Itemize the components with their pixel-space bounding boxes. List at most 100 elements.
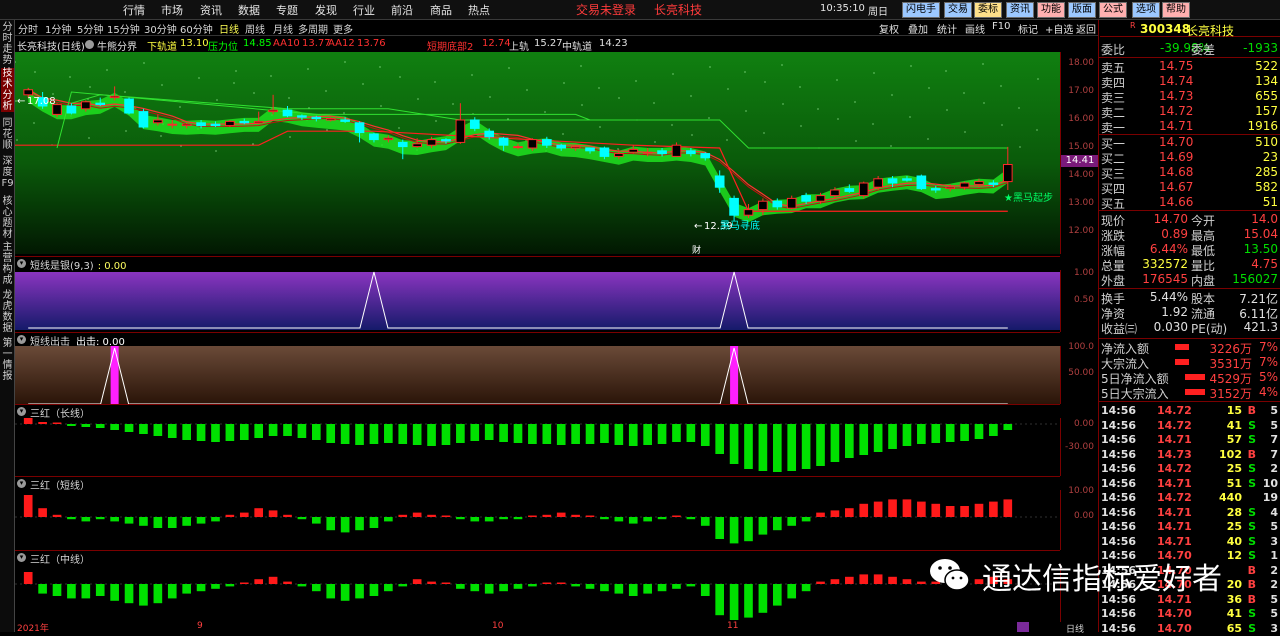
period-tab[interactable]: 月线 [273,21,293,36]
toolbar-right-button[interactable]: 标记 [1018,21,1038,36]
toolbar-right-button[interactable]: 画线 [965,21,985,36]
main-kline-chart[interactable]: ← 17.08 ← 12.39 黑马寻底 ★黑马起步 财 [15,52,1060,254]
tick-time: 14:56 [1101,433,1137,446]
top-button[interactable]: 交易 [944,2,972,18]
menu-item[interactable]: 专题 [276,2,298,18]
top-button[interactable]: 选项 [1132,2,1160,18]
panel5-menu-icon[interactable]: ▾ [17,553,26,562]
indicator-name[interactable]: 牛熊分界 [97,38,137,53]
period-tab[interactable]: 5分钟 [77,21,103,36]
candle-body [498,137,509,146]
dot [1019,146,1021,148]
left-nav-tab[interactable]: 深度F9 [1,156,14,189]
menu-item[interactable]: 行业 [353,2,375,18]
bid-row[interactable]: 买五 14.66 51 [1099,195,1280,211]
menu-item[interactable]: 热点 [468,2,490,18]
menu-item[interactable]: 数据 [238,2,260,18]
three-red-long-bar [571,424,580,444]
period-tab[interactable]: 分时 [18,21,38,36]
period-tab[interactable]: 周线 [245,21,265,36]
menu-item[interactable]: 发现 [315,2,337,18]
panel5-chart[interactable] [15,564,1060,622]
panel4-chart[interactable] [15,490,1060,550]
indicator-menu-icon[interactable] [85,40,94,49]
dot [599,126,601,128]
three-red-short-bar [182,517,191,526]
bid-row[interactable]: 买四 14.67 582 [1099,180,1280,196]
toolbar-right-button[interactable]: +自选 [1045,21,1073,36]
signal-annotation: ★黑马起步 [1004,192,1053,204]
toolbar-right-button[interactable]: 复权 [879,21,899,36]
period-tab[interactable]: 多周期 [298,21,328,36]
ask-row[interactable]: 卖四 14.74 134 [1099,74,1280,90]
candle-body [686,150,696,155]
menu-item[interactable]: 行情 [123,2,145,18]
ask-row[interactable]: 卖五 14.75 522 [1099,59,1280,75]
three-red-long-bar [355,424,364,445]
three-red-short-bar [297,517,307,520]
tick-count: 3 [1270,534,1278,548]
panel1-menu-icon[interactable]: ▾ [17,259,26,268]
dot [325,90,327,92]
toolbar-right-button[interactable]: 返回 [1076,21,1096,36]
three-red-short-bar [441,515,451,517]
flow-value: 3152万 [1209,387,1252,401]
left-nav-tab[interactable]: 核心题材 [1,196,14,240]
bid-row[interactable]: 买三 14.68 285 [1099,165,1280,181]
bid-row[interactable]: 买二 14.69 23 [1099,150,1280,166]
toolbar-right-button[interactable]: F10 [992,21,1010,32]
period-tab[interactable]: 更多 [333,21,353,36]
dot [435,120,437,122]
three-red-short-bar [571,514,580,517]
left-nav-tab[interactable]: 同花顺 [1,118,14,151]
ask-price: 14.74 [1159,74,1194,88]
period-tab[interactable]: 30分钟 [144,21,177,36]
left-nav-tab[interactable]: 技术分析 [1,68,14,112]
top-button[interactable]: 公式 [1099,2,1127,18]
toolbar-right-button[interactable]: 叠加 [908,21,928,36]
main-ytick: 14.00 [1068,170,1094,180]
top-button[interactable]: 帮助 [1162,2,1190,18]
flow-pct: 5% [1258,370,1278,384]
period-tab[interactable]: 日线 [219,21,239,36]
period-tab[interactable]: 15分钟 [107,21,140,36]
candle-body [758,200,768,211]
menu-item[interactable]: 资讯 [200,2,222,18]
login-status: 交易未登录 [576,3,637,17]
panel3-chart[interactable] [15,418,1060,476]
ask-row[interactable]: 卖二 14.72 157 [1099,104,1280,120]
panel3-menu-icon[interactable]: ▾ [17,407,26,416]
tick-volume: 102 [1219,447,1242,461]
ask-row[interactable]: 卖三 14.73 655 [1099,89,1280,105]
panel2-menu-icon[interactable]: ▾ [17,335,26,344]
left-nav-tab[interactable]: 分时走势 [1,22,14,66]
ask-row[interactable]: 卖一 14.71 1916 [1099,119,1280,135]
menu-item[interactable]: 商品 [430,2,452,18]
top-button[interactable]: 资讯 [1006,2,1034,18]
menu-item[interactable]: 市场 [161,2,183,18]
flow-row: 大宗流入 3531万 7% [1099,355,1280,371]
top-button[interactable]: 版面 [1068,2,1096,18]
three-red-long-bar [456,424,465,443]
panel4-menu-icon[interactable]: ▾ [17,479,26,488]
left-nav-tab[interactable]: 第一情报 [1,338,14,382]
top-button[interactable]: 功能 [1037,2,1065,18]
scroll-handle[interactable] [1017,622,1029,632]
top-button[interactable]: 闪电手 [902,2,940,18]
period-label[interactable]: 日线 [1066,622,1084,635]
period-tab[interactable]: 60分钟 [180,21,213,36]
panel2-chart[interactable] [15,346,1060,404]
fundamental-marker[interactable]: 财 [692,244,701,254]
bid-row[interactable]: 买一 14.70 510 [1099,135,1280,151]
menu-item[interactable]: 前沿 [391,2,413,18]
top-button[interactable]: 委标 [974,2,1002,18]
left-nav-tab[interactable]: 主营构成 [1,242,14,286]
three-red-mid-bar [398,584,408,587]
period-tab[interactable]: 1分钟 [45,21,71,36]
dot [872,123,874,125]
toolbar-right-button[interactable]: 统计 [937,21,957,36]
left-nav-tab[interactable]: 龙虎数据 [1,290,14,334]
candle-body [556,144,567,149]
three-red-mid-bar [816,581,825,584]
panel1-chart[interactable] [15,270,1060,332]
